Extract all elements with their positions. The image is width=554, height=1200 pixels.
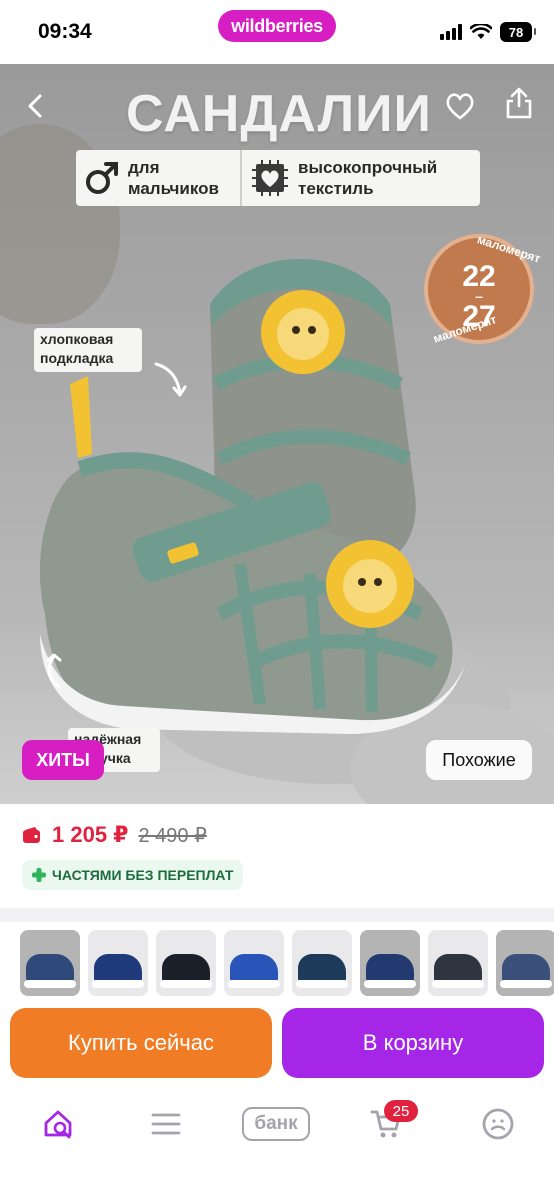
feature-textile-text: высокопрочный текстиль bbox=[298, 157, 437, 199]
sandal-illustration bbox=[39, 259, 465, 734]
thumbnail-sole bbox=[24, 980, 76, 988]
product-title: САНДАЛИИ bbox=[126, 85, 432, 143]
current-price: 1 205 ₽ bbox=[52, 822, 129, 847]
section-divider bbox=[0, 908, 554, 922]
plus-icon bbox=[32, 868, 46, 882]
textile-heart-icon bbox=[252, 160, 288, 196]
feature-line: высокопрочный bbox=[298, 158, 438, 177]
status-indicators: 78 bbox=[440, 22, 536, 42]
thumbnail-sole bbox=[92, 980, 144, 988]
feature-box: для мальчиков высокопрочный текстиль bbox=[76, 150, 480, 206]
product-image-gallery[interactable]: САНДАЛИИ для мальчиков высокопрочный тек… bbox=[0, 64, 554, 804]
arrow-icon bbox=[46, 653, 62, 688]
thumbnail-sole bbox=[296, 980, 348, 988]
thumbnail-4[interactable] bbox=[224, 930, 284, 996]
thumbnail-8[interactable] bbox=[496, 930, 554, 996]
feature-textile: высокопрочный текстиль bbox=[240, 150, 478, 206]
thumbnail-sole bbox=[160, 980, 212, 988]
thumbnail-sole bbox=[432, 980, 484, 988]
tab-home[interactable] bbox=[38, 1104, 78, 1144]
similar-button[interactable]: Похожие bbox=[426, 740, 532, 780]
status-time: 09:34 bbox=[38, 20, 92, 43]
action-bar: Купить сейчас В корзину bbox=[0, 996, 554, 1090]
feature-line: для bbox=[128, 158, 160, 177]
home-search-icon bbox=[44, 1110, 72, 1139]
heart-icon[interactable] bbox=[444, 90, 476, 122]
signal-icon bbox=[440, 24, 462, 40]
back-arrow-icon[interactable] bbox=[22, 92, 50, 120]
old-price: 2 490 ₽ bbox=[138, 824, 207, 847]
feature-for-boys: для мальчиков bbox=[76, 150, 240, 206]
tab-bank[interactable]: банк bbox=[242, 1107, 310, 1141]
wallet-icon bbox=[23, 827, 40, 843]
tab-catalog[interactable] bbox=[146, 1104, 186, 1144]
status-bar: 09:34 wildberries 78 bbox=[0, 0, 554, 64]
app-label: wildberries bbox=[218, 10, 336, 42]
thumbnail-6[interactable] bbox=[360, 930, 420, 996]
thumbnail-7[interactable] bbox=[428, 930, 488, 996]
installments-badge[interactable]: ЧАСТЯМИ БЕЗ ПЕРЕПЛАТ bbox=[22, 860, 244, 890]
thumbnail-1[interactable] bbox=[20, 930, 80, 996]
tab-profile[interactable] bbox=[478, 1104, 518, 1144]
cart-count-badge: 25 bbox=[384, 1100, 418, 1122]
price-row: 1 205 ₽ 2 490 ₽ bbox=[22, 822, 207, 848]
thumbnail-2[interactable] bbox=[88, 930, 148, 996]
feature-line: мальчиков bbox=[128, 179, 220, 198]
hits-badge[interactable]: ХИТЫ bbox=[22, 740, 104, 780]
menu-icon bbox=[151, 1113, 181, 1135]
feature-line: текстиль bbox=[298, 179, 374, 198]
thumbnail-sole bbox=[228, 980, 280, 988]
profile-icon bbox=[482, 1108, 514, 1140]
add-to-cart-button[interactable]: В корзину bbox=[282, 1008, 544, 1078]
male-symbol-icon bbox=[86, 162, 118, 194]
battery-icon: 78 bbox=[500, 22, 536, 42]
share-icon[interactable] bbox=[504, 86, 534, 120]
thumbnail-sole bbox=[364, 980, 416, 988]
tab-bar: банк 25 bbox=[0, 1090, 554, 1200]
thumbnail-sole bbox=[500, 980, 552, 988]
thumbnail-3[interactable] bbox=[156, 930, 216, 996]
color-variants bbox=[20, 930, 554, 1000]
wifi-icon bbox=[470, 24, 492, 39]
buy-now-button[interactable]: Купить сейчас bbox=[10, 1008, 272, 1078]
feature-for-boys-text: для мальчиков bbox=[128, 157, 219, 199]
installments-label: ЧАСТЯМИ БЕЗ ПЕРЕПЛАТ bbox=[52, 867, 234, 883]
thumbnail-5[interactable] bbox=[292, 930, 352, 996]
